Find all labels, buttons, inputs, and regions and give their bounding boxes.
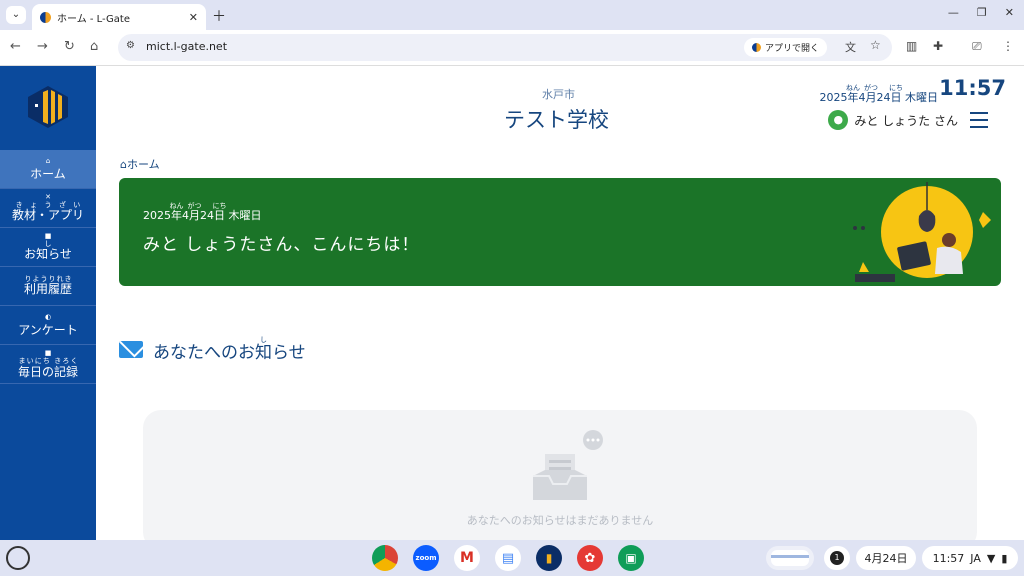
home-icon: ⌂: [45, 156, 51, 165]
sidebar: ⌂ ホーム ✕ 教材・アプリきょうざい ■ お知らせし 利用履歴りようりれき ◐…: [0, 66, 96, 540]
reading-person-illustration: [853, 182, 991, 282]
home-icon[interactable]: ⌂: [90, 39, 98, 54]
browser-toolbar: ← → ↻ ⌂ ⚙ mict.l-gate.net アプリで開く 文 ☆ ▥ ✚…: [0, 30, 1024, 66]
notification-count: 1: [830, 551, 844, 565]
lgate-logo[interactable]: [25, 84, 71, 130]
open-in-app-label: アプリで開く: [765, 44, 820, 54]
breadcrumb-home[interactable]: ホーム: [127, 158, 160, 171]
chrome-app-icon[interactable]: [372, 545, 398, 571]
date-tray[interactable]: 4月24日: [856, 546, 916, 570]
lgate-shelf-icon[interactable]: ▮: [536, 545, 562, 571]
sidebar-item-label: 毎日の記録まいにち きろく: [17, 356, 78, 379]
status-tray[interactable]: 11:57 JA ▼ ▮: [922, 546, 1018, 570]
pie-icon: ◐: [44, 312, 52, 321]
square-icon: ■: [44, 348, 52, 357]
url-text[interactable]: mict.l-gate.net: [146, 40, 227, 53]
translate-icon[interactable]: 文: [845, 39, 856, 55]
back-icon[interactable]: ←: [10, 39, 21, 54]
greeting-banner: 2025年ねん4月がつ24日にち 木曜日 みと しょうたさん、こんにちは！: [119, 178, 1001, 286]
empty-inbox-icon: [533, 430, 603, 500]
new-tab-button[interactable]: ＋: [212, 6, 226, 26]
zoom-app-icon[interactable]: zoom: [413, 545, 439, 571]
home-icon: ⌂: [120, 158, 127, 171]
sidebar-item-notices[interactable]: ■ お知らせし: [0, 228, 96, 267]
notification-badge[interactable]: 1: [824, 546, 850, 570]
address-bar[interactable]: ⚙ mict.l-gate.net アプリで開く 文 ☆: [118, 34, 892, 61]
lgate-app-icon: [752, 43, 761, 52]
hamburger-menu-icon[interactable]: [970, 112, 988, 133]
sidebar-item-apps[interactable]: ✕ 教材・アプリきょうざい: [0, 189, 96, 228]
bookmark-star-icon[interactable]: ☆: [870, 38, 881, 52]
square-icon: ■: [44, 232, 52, 240]
user-menu[interactable]: ● みと しょうた さん: [828, 110, 958, 130]
sidebar-item-history[interactable]: 利用履歴りようりれき: [0, 267, 96, 306]
banner-date: 2025年ねん4月がつ24日にち 木曜日: [143, 202, 262, 222]
gmail-app-icon[interactable]: M: [454, 545, 480, 571]
docs-app-icon[interactable]: ▤: [495, 545, 521, 571]
school-name: テスト学校: [504, 108, 609, 132]
close-window-icon[interactable]: ✕: [1005, 6, 1014, 19]
notices-empty-state: あなたへのお知らせはまだありません: [143, 410, 977, 550]
tray-time: 11:57: [932, 551, 965, 565]
greeting-text: みと しょうたさん、こんにちは！: [143, 235, 420, 255]
forward-icon[interactable]: →: [37, 39, 48, 54]
launcher-button[interactable]: [6, 546, 30, 570]
sidebar-nav: ⌂ ホーム ✕ 教材・アプリきょうざい ■ お知らせし 利用履歴りようりれき ◐…: [0, 150, 96, 384]
tab-strip: ⌄ ホーム - L-Gate ✕ ＋ — ❐ ✕: [0, 0, 1024, 30]
minimize-icon[interactable]: —: [948, 6, 959, 19]
avatar-icon: ●: [828, 110, 849, 130]
mail-icon: [119, 341, 143, 358]
battery-icon: ▮: [1001, 551, 1008, 565]
restore-icon[interactable]: ❐: [977, 6, 987, 19]
lgate-favicon-icon: [40, 11, 51, 23]
reload-icon[interactable]: ↻: [64, 39, 75, 54]
sidebar-item-label: 教材・アプリきょうざい: [11, 201, 84, 222]
sidebar-item-label: お知らせし: [24, 240, 72, 261]
header-clock: 11:57: [939, 76, 1006, 100]
sidebar-item-label: アンケート: [18, 322, 78, 337]
close-icon: ✕: [45, 193, 51, 201]
sidebar-item-home[interactable]: ⌂ ホーム: [0, 150, 96, 189]
pinned-apps: zoom M ▤ ▮ ✿ ▣: [372, 545, 644, 571]
holding-space-thumbnail[interactable]: [766, 546, 814, 570]
classroom-app-icon[interactable]: ▣: [618, 545, 644, 571]
site-info-icon[interactable]: ⚙: [126, 40, 135, 51]
wifi-icon: ▼: [986, 551, 996, 565]
notices-section-title: あなたへのお知しらせ: [119, 336, 306, 363]
city-name: 水戸市: [542, 88, 575, 101]
extensions-icon[interactable]: ✚: [933, 39, 943, 53]
breadcrumb[interactable]: ⌂ホーム: [120, 156, 160, 172]
sidebar-item-label: ホーム: [30, 166, 66, 181]
cast-icon[interactable]: ⎚: [972, 39, 982, 54]
open-in-app-button[interactable]: アプリで開く: [744, 38, 828, 57]
window-controls: — ❐ ✕: [948, 6, 1014, 19]
reading-list-icon[interactable]: ▥: [906, 39, 917, 53]
tab-title: ホーム - L-Gate: [57, 13, 130, 25]
ime-indicator: JA: [970, 551, 981, 565]
os-shelf: zoom M ▤ ▮ ✿ ▣ 1 4月24日 11:57 JA ▼ ▮: [0, 540, 1024, 576]
empty-notices-message: あなたへのお知らせはまだありません: [466, 514, 654, 527]
tab-search-button[interactable]: ⌄: [6, 6, 26, 24]
sidebar-item-survey[interactable]: ◐ アンケート: [0, 306, 96, 345]
browser-tab[interactable]: ホーム - L-Gate ✕: [32, 4, 206, 30]
menu-kebab-icon[interactable]: ⋮: [1002, 39, 1014, 53]
main-content: 水戸市 テスト学校 2025年ねん4月がつ24日にち 木曜日 11:57 ● み…: [96, 66, 1024, 550]
header-date: 2025年ねん4月がつ24日にち 木曜日: [819, 84, 939, 104]
sidebar-item-label: 利用履歴りようりれき: [23, 275, 72, 296]
notices-title-text: あなたへのお知しらせ: [153, 336, 306, 363]
tray-date: 4月24日: [864, 552, 908, 565]
close-tab-icon[interactable]: ✕: [189, 11, 198, 24]
sidebar-item-daily-record[interactable]: ■ 毎日の記録まいにち きろく: [0, 345, 96, 384]
palette-app-icon[interactable]: ✿: [577, 545, 603, 571]
user-name: みと しょうた さん: [854, 113, 958, 128]
thumbnail-icon: [771, 550, 809, 566]
